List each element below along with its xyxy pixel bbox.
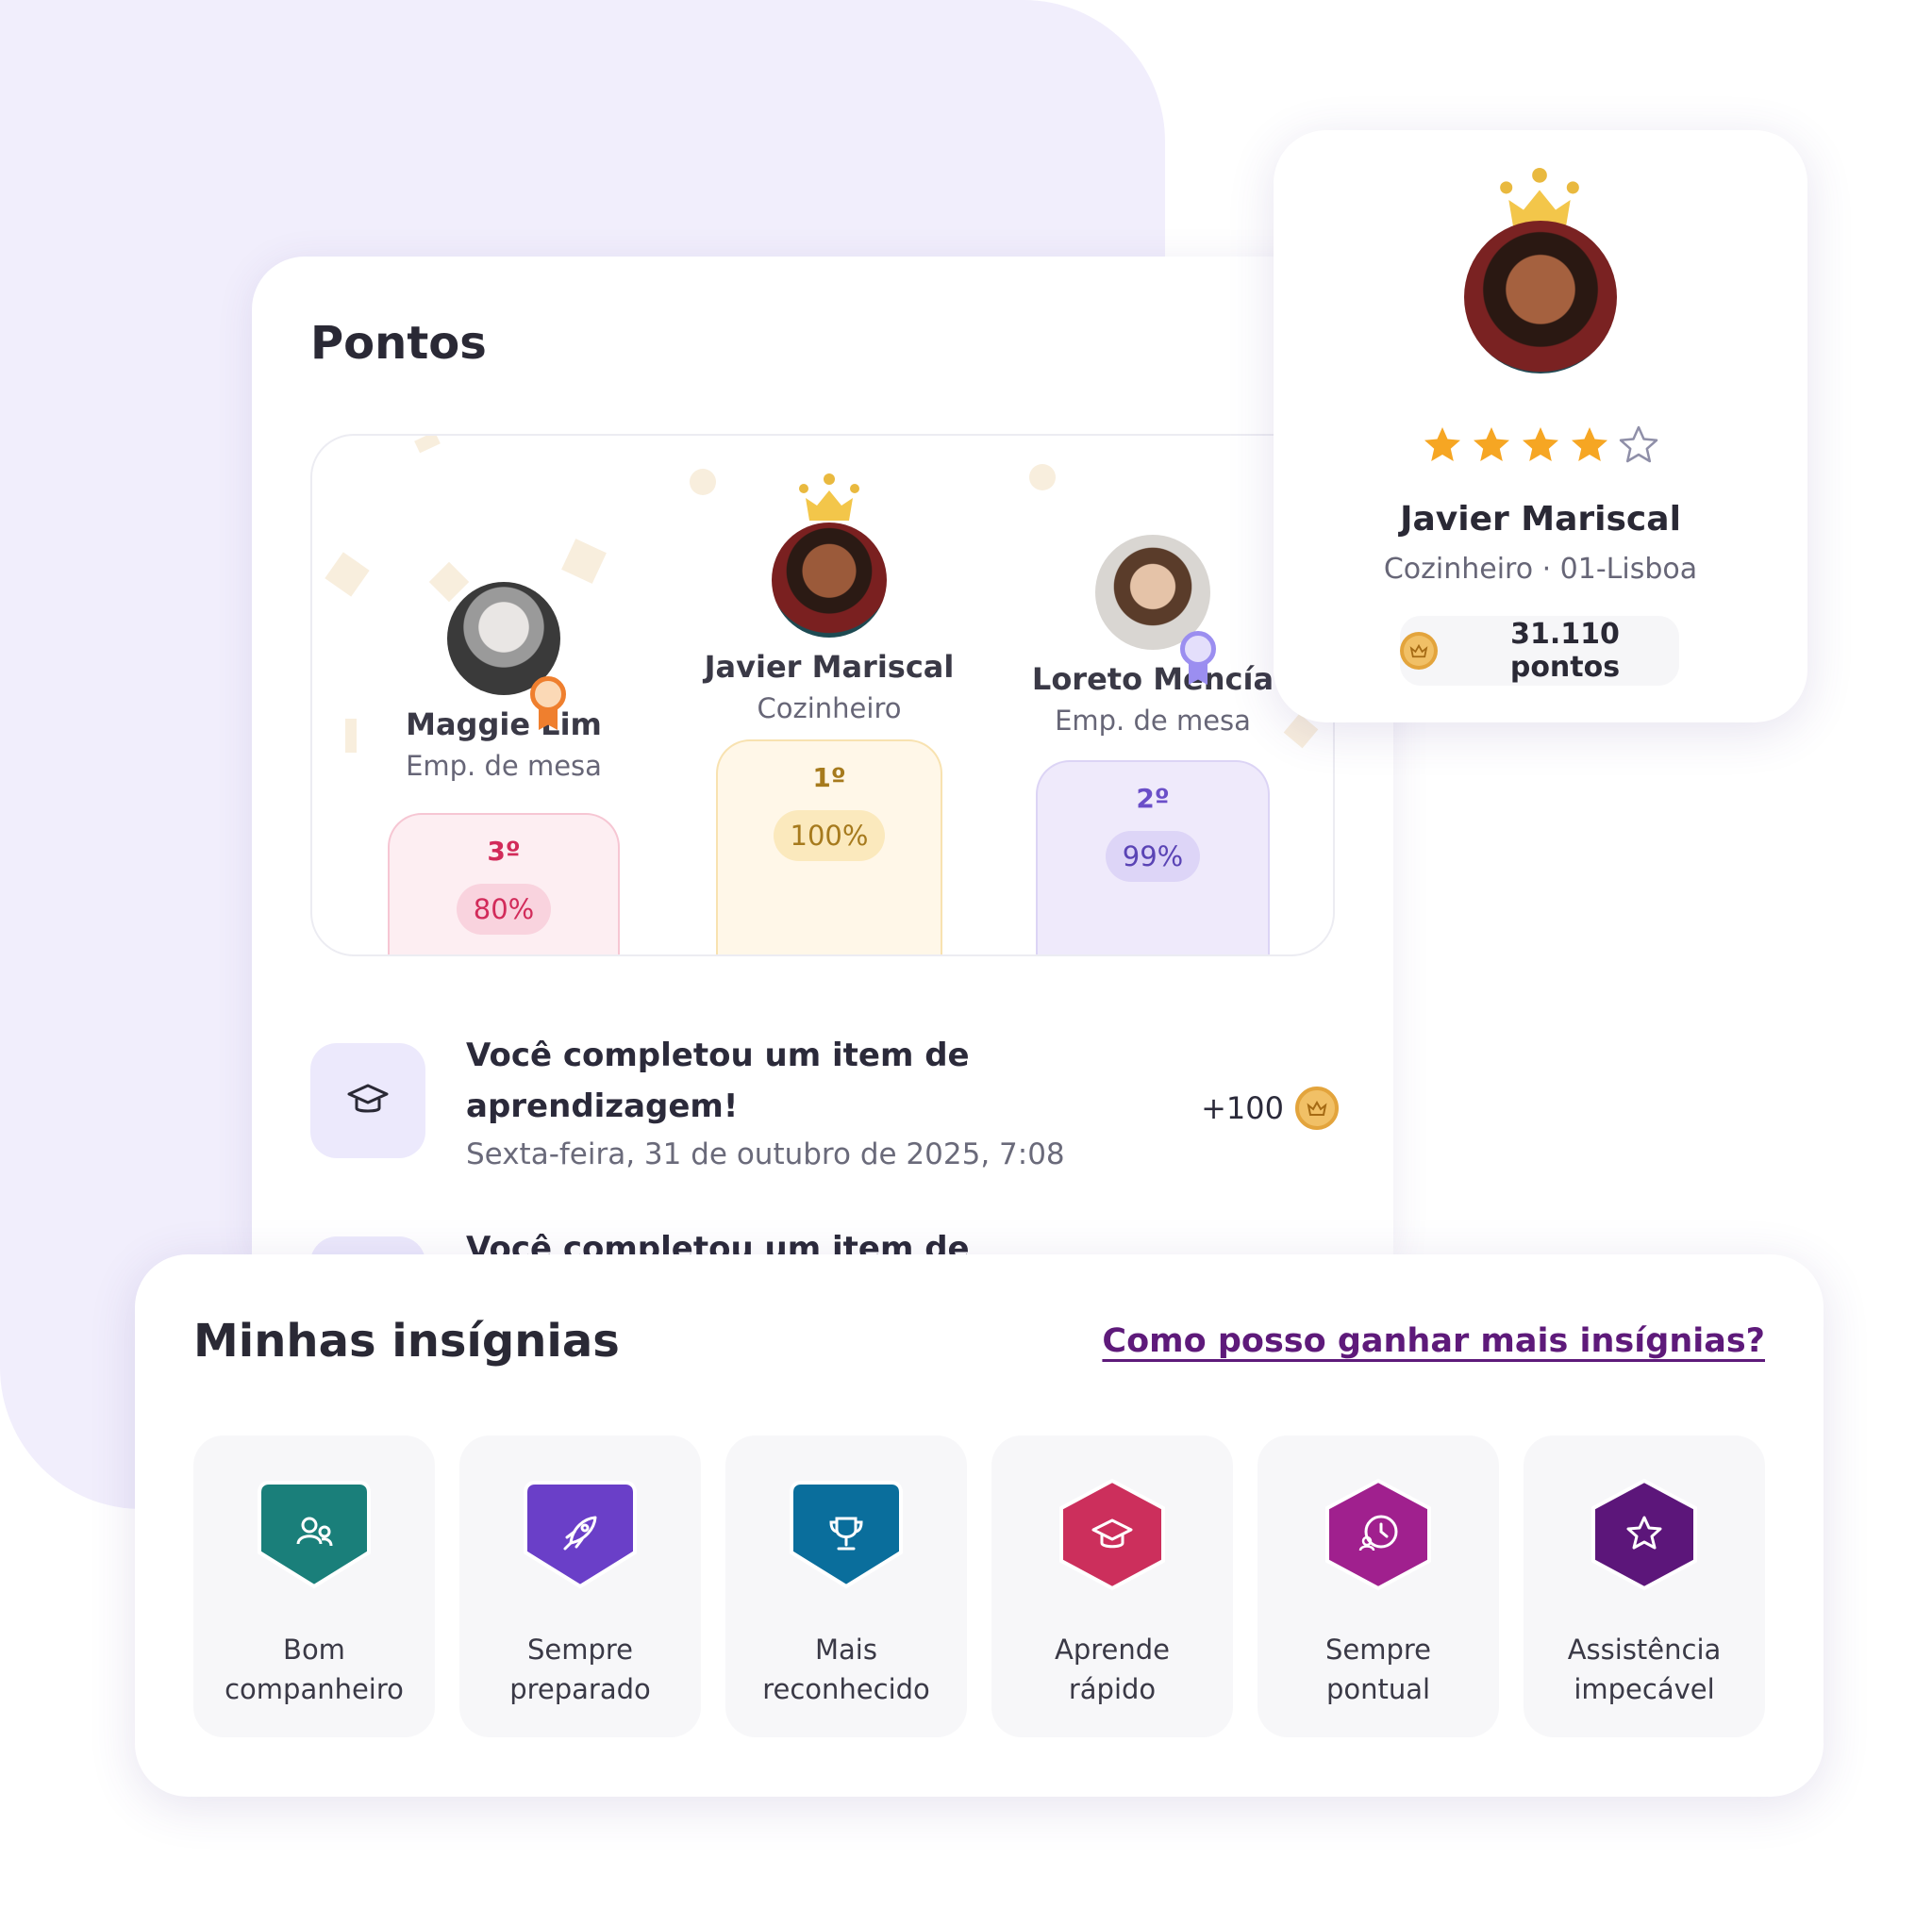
star-rating xyxy=(1274,424,1807,466)
points-title: Pontos xyxy=(310,317,487,370)
points-value: +100 xyxy=(1201,1090,1284,1126)
avatar xyxy=(1464,221,1617,373)
confetti-decoration xyxy=(1029,464,1056,490)
badge-card[interactable]: Aprende rápido xyxy=(991,1435,1233,1737)
star-empty-icon xyxy=(1619,425,1658,463)
percent-badge: 100% xyxy=(773,810,886,861)
person-role: Emp. de mesa xyxy=(406,750,602,782)
badge-label: Bom companheiro xyxy=(225,1634,404,1705)
coin-icon xyxy=(1400,632,1438,670)
badge-label: Aprende rápido xyxy=(1054,1634,1170,1705)
podium-pedestal-third: 3º 80% xyxy=(388,813,620,954)
person-role: Cozinheiro xyxy=(757,692,902,724)
badge-card[interactable]: Sempre preparado xyxy=(459,1435,701,1737)
badge-label: Sempre pontual xyxy=(1324,1634,1432,1705)
avatar xyxy=(1095,535,1216,667)
person-role: Emp. de mesa xyxy=(1055,705,1251,737)
star-filled-icon xyxy=(1523,427,1558,461)
badge-card[interactable]: Sempre pontual xyxy=(1257,1435,1499,1737)
podium-person-second[interactable]: Loreto Mencía Emp. de mesa xyxy=(1011,535,1294,737)
activity-icon xyxy=(310,1043,425,1158)
rocket-icon xyxy=(524,1481,637,1589)
how-to-earn-badges-link[interactable]: Como posso ganhar mais insígnias? xyxy=(1102,1322,1765,1360)
rank-label: 3º xyxy=(487,836,521,867)
bronze-ribbon-icon xyxy=(530,676,566,712)
profile-name: Javier Mariscal xyxy=(1400,500,1681,539)
clock-user-icon xyxy=(1325,1479,1431,1591)
person-name: Maggie Lim xyxy=(406,706,602,742)
activity-icon xyxy=(310,1236,425,1256)
person-name: Javier Mariscal xyxy=(704,649,955,685)
activity-date: Sexta-feira, 31 de outubro de 2025, 7:08 xyxy=(466,1137,1065,1171)
star-filled-icon xyxy=(1424,427,1460,461)
coin-icon xyxy=(1295,1087,1339,1130)
badge-card[interactable]: Mais reconhecido xyxy=(725,1435,967,1737)
avatar-wrapper xyxy=(1464,221,1617,373)
podium-leaderboard: 3º 80% Maggie Lim Emp. de mesa 1º 100% J… xyxy=(310,434,1335,956)
trophy-icon xyxy=(790,1481,903,1589)
star-filled-icon xyxy=(1572,427,1607,461)
users-icon xyxy=(258,1481,371,1589)
percent-badge: 80% xyxy=(456,884,552,935)
podium-person-third[interactable]: Maggie Lim Emp. de mesa xyxy=(362,582,645,782)
podium-pedestal-second: 2º 99% xyxy=(1036,760,1270,954)
points-pill: 31.110 pontos xyxy=(1400,616,1679,686)
confetti-decoration xyxy=(561,539,607,584)
badge-label: Mais reconhecido xyxy=(762,1634,930,1705)
profile-role: Cozinheiro · 01-Lisboa xyxy=(1383,553,1698,586)
person-name: Loreto Mencía xyxy=(1031,661,1274,697)
avatar xyxy=(447,582,566,712)
points-total: 31.110 pontos xyxy=(1509,618,1621,684)
rank-label: 1º xyxy=(812,762,846,793)
badge-label: Sempre preparado xyxy=(509,1634,651,1705)
percent-badge: 99% xyxy=(1105,831,1201,882)
podium-pedestal-first: 1º 100% xyxy=(716,739,942,954)
points-panel: Pontos 3º 80% Maggie Lim Emp. de mesa 1º… xyxy=(252,257,1393,1256)
podium-person-first[interactable]: Javier Mariscal Cozinheiro xyxy=(688,473,971,724)
star-icon xyxy=(1591,1479,1697,1591)
graduation-cap-icon xyxy=(347,1084,389,1113)
graduation-cap-icon xyxy=(1059,1479,1165,1591)
rank-label: 2º xyxy=(1136,783,1170,814)
activity-points: +100 xyxy=(1201,1087,1339,1130)
activity-title: Você completou um item de xyxy=(466,1230,970,1256)
badge-card[interactable]: Bom companheiro xyxy=(193,1435,435,1737)
badge-grid: Bom companheiro Sempre preparado Mais reco… xyxy=(193,1435,1765,1737)
badge-label: Assistência impecável xyxy=(1567,1634,1722,1705)
crown-icon xyxy=(799,473,859,521)
profile-card: Javier Mariscal Cozinheiro · 01-Lisboa 3… xyxy=(1274,130,1807,722)
badges-panel: Minhas insígnias Como posso ganhar mais … xyxy=(135,1254,1824,1797)
badge-card[interactable]: Assistência impecável xyxy=(1524,1435,1765,1737)
activity-title: Você completou um item de aprendizagem! xyxy=(466,1037,970,1125)
confetti-decoration xyxy=(345,719,357,753)
confetti-decoration xyxy=(414,436,441,454)
avatar xyxy=(772,523,887,638)
star-filled-icon xyxy=(1474,427,1509,461)
badges-title: Minhas insígnias xyxy=(193,1315,620,1368)
silver-ribbon-icon xyxy=(1180,631,1216,667)
